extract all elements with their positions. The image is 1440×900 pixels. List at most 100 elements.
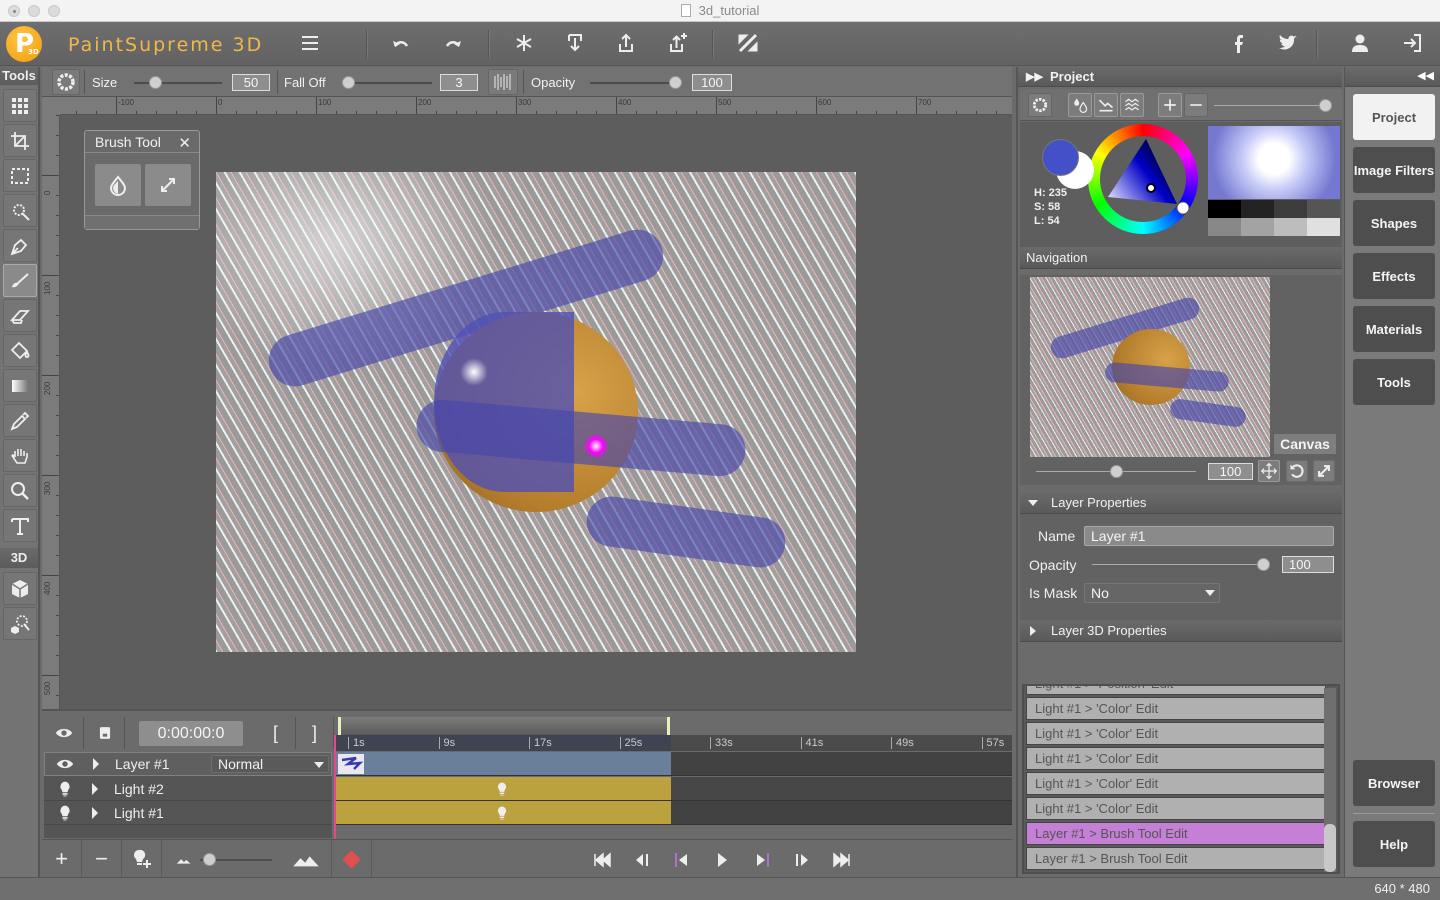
timeline-row-layer-1[interactable]: Layer #1 Normal — [44, 752, 332, 776]
layer-properties-header[interactable]: Layer Properties — [1020, 492, 1342, 514]
brush-edit-icon[interactable] — [736, 32, 760, 56]
tab-tools[interactable]: Tools — [1353, 359, 1435, 405]
tool-pen[interactable] — [3, 229, 37, 262]
expand-icon[interactable] — [93, 758, 99, 770]
undo-icon[interactable] — [389, 32, 413, 56]
time-display[interactable]: 0:00:00:0 — [139, 721, 243, 746]
toggle-visibility-button[interactable] — [44, 717, 84, 749]
navigation-thumbnail[interactable] — [1030, 277, 1270, 457]
saturation-triangle[interactable] — [1088, 124, 1198, 234]
history-scrollbar[interactable] — [1324, 688, 1336, 872]
tab-materials[interactable]: Materials — [1353, 306, 1435, 352]
blend-mode-select[interactable]: Normal — [211, 755, 329, 773]
import-icon[interactable] — [563, 32, 587, 56]
tool-gradient[interactable] — [3, 369, 37, 402]
tab-image-filters[interactable]: Image Filters — [1353, 147, 1435, 193]
color-swatch[interactable] — [1241, 200, 1274, 218]
opacity-slider[interactable] — [590, 76, 682, 89]
history-item[interactable]: Light #1 > 'Color' Edit — [1026, 697, 1326, 720]
playback-range-bar[interactable] — [338, 717, 670, 735]
history-item[interactable]: Light #1 > 'Color' Edit — [1026, 772, 1326, 795]
track-light-1[interactable] — [334, 801, 1012, 825]
tool-rect-select[interactable] — [3, 159, 37, 192]
lightbulb-icon[interactable] — [56, 780, 74, 798]
color-swatch[interactable] — [1307, 218, 1340, 236]
go-to-range-end-button[interactable] — [752, 850, 772, 870]
color-settings-button[interactable] — [1028, 93, 1052, 117]
go-to-start-button[interactable] — [592, 850, 612, 870]
tool-hand[interactable] — [3, 439, 37, 472]
tool-select-grid[interactable] — [3, 89, 37, 122]
tab-shapes[interactable]: Shapes — [1353, 200, 1435, 246]
falloff-slider-handle[interactable] — [342, 76, 355, 89]
time-ruler[interactable]: 1s 9s 17s 25s 33s 41s 49s 57s — [334, 735, 1012, 751]
brush-settings-button[interactable] — [52, 69, 80, 95]
canvas-button[interactable]: Canvas — [1274, 434, 1336, 454]
redo-icon[interactable] — [441, 32, 465, 56]
twitter-icon[interactable] — [1276, 32, 1300, 56]
hue-wheel[interactable] — [1088, 124, 1198, 234]
menu-icon[interactable] — [298, 32, 322, 56]
history-item[interactable]: Layer #1 > Brush Tool Edit — [1026, 822, 1326, 845]
layer-clip[interactable] — [334, 752, 671, 775]
add-light-button[interactable] — [122, 840, 162, 878]
history-item[interactable]: Light #1 > 'Color' Edit — [1026, 797, 1326, 820]
history-item[interactable]: Light #1 > 'Position' Edit — [1026, 686, 1326, 695]
close-icon[interactable]: ✕ — [178, 134, 191, 152]
size-input[interactable]: 50 — [232, 74, 270, 91]
layer-name-input[interactable]: Layer #1 — [1084, 526, 1334, 546]
layer-opacity-slider[interactable] — [1092, 558, 1270, 571]
previous-frame-button[interactable] — [632, 850, 652, 870]
opacity-slider-handle[interactable] — [669, 76, 682, 89]
brush-resize-button[interactable] — [145, 164, 191, 206]
tool-brush[interactable] — [3, 264, 37, 297]
collapse-panel-icon[interactable]: ▶▶ — [1026, 67, 1043, 87]
image-canvas[interactable] — [216, 172, 856, 652]
light-clip[interactable] — [334, 777, 671, 800]
tool-crop[interactable] — [3, 124, 37, 157]
range-start-button[interactable]: [ — [256, 717, 296, 749]
remove-layer-button[interactable]: − — [82, 840, 122, 878]
lightbulb-keyframe-icon[interactable] — [494, 780, 510, 798]
history-item[interactable]: Layer #1 > Brush Tool Edit — [1026, 847, 1326, 870]
tab-project[interactable]: Project — [1353, 94, 1435, 140]
navigation-zoom-input[interactable]: 100 — [1208, 463, 1253, 480]
tool-text[interactable] — [3, 509, 37, 542]
eye-icon[interactable] — [55, 754, 75, 774]
timeline-tracks[interactable]: 1s 9s 17s 25s 33s 41s 49s 57s — [334, 711, 1012, 839]
add-color-button[interactable] — [1158, 93, 1182, 117]
history-item[interactable]: Light #1 > 'Color' Edit — [1026, 722, 1326, 745]
layer-opacity-input[interactable]: 100 — [1282, 556, 1334, 573]
range-end-button[interactable]: ] — [296, 717, 334, 749]
is-mask-select[interactable]: No — [1084, 583, 1220, 603]
reset-view-button[interactable] — [1286, 460, 1308, 482]
user-icon[interactable] — [1348, 32, 1372, 56]
color-swatch[interactable] — [1274, 218, 1307, 236]
falloff-pattern-button[interactable] — [488, 69, 518, 95]
new-icon[interactable] — [512, 32, 536, 56]
tab-effects[interactable]: Effects — [1353, 253, 1435, 299]
play-button[interactable] — [712, 850, 732, 870]
timeline-zoom-slider[interactable] — [200, 853, 272, 866]
color-swatch[interactable] — [1208, 200, 1241, 218]
light-clip[interactable] — [334, 801, 671, 824]
sign-in-icon[interactable] — [1400, 32, 1424, 56]
fullscreen-button[interactable] — [1313, 460, 1335, 482]
facebook-icon[interactable] — [1226, 32, 1250, 56]
expand-icon[interactable] — [92, 806, 98, 819]
lightbulb-keyframe-icon[interactable] — [494, 804, 510, 822]
opacity-input[interactable]: 100 — [692, 74, 732, 91]
export-plus-icon[interactable] — [666, 32, 690, 56]
falloff-slider[interactable] — [342, 76, 432, 89]
color-swatch[interactable] — [1208, 218, 1241, 236]
save-keyframe-button[interactable] — [85, 717, 125, 749]
tool-magic-wand[interactable] — [3, 194, 37, 227]
next-frame-button[interactable] — [792, 850, 812, 870]
layer-opacity-handle[interactable] — [1257, 558, 1270, 571]
keyframe-button[interactable] — [332, 840, 372, 878]
tool-eyedropper[interactable] — [3, 404, 37, 437]
tool-paint-bucket[interactable] — [3, 334, 37, 367]
track-layer-1[interactable] — [334, 752, 1012, 776]
remove-color-button[interactable] — [1184, 93, 1208, 117]
history-scrollbar-thumb[interactable] — [1324, 824, 1336, 872]
